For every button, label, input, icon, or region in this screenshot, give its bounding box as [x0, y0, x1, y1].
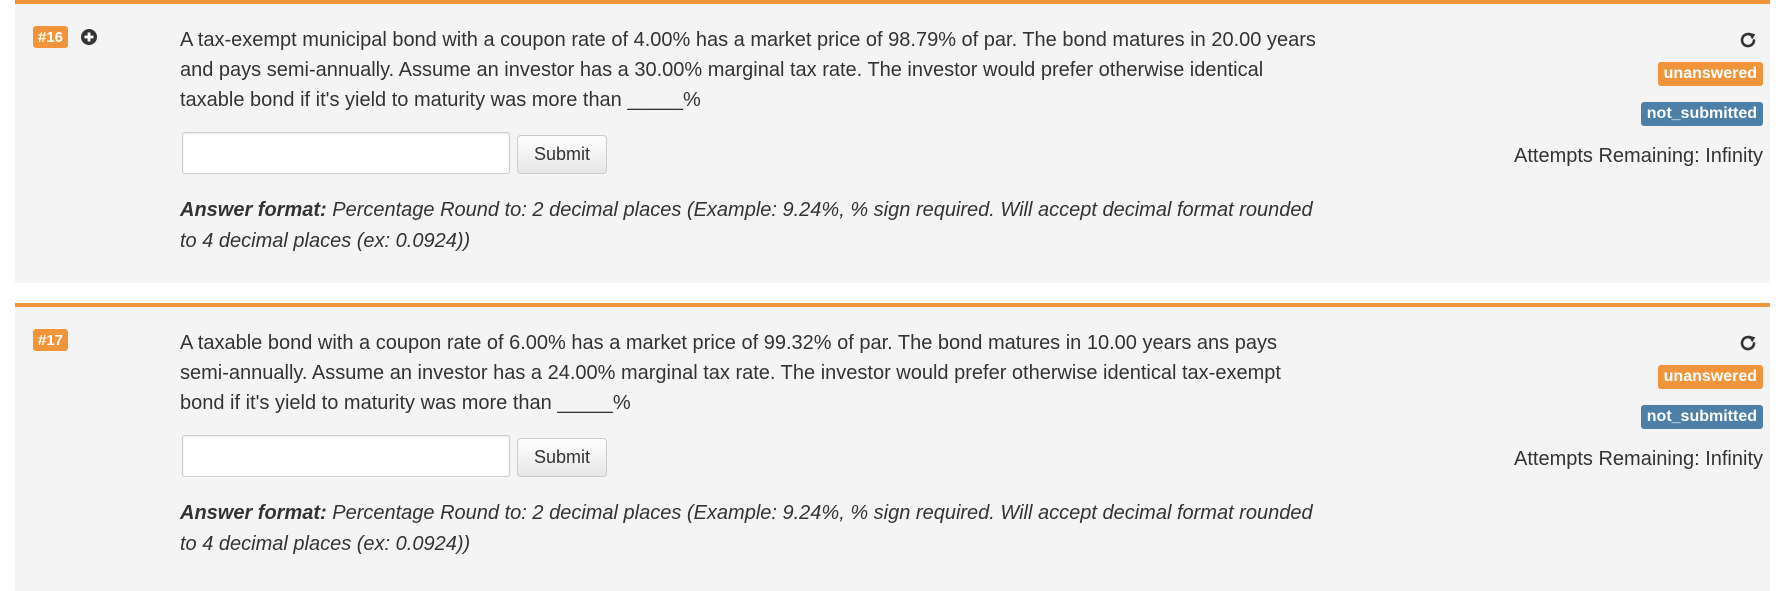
submission-status-badge: not_submitted	[1640, 405, 1763, 429]
answer-input[interactable]	[182, 132, 510, 174]
answer-input[interactable]	[182, 435, 510, 477]
question-number-badge: #16	[33, 26, 69, 48]
question-card-16: #16 A tax-exempt municipal bond with a c…	[15, 0, 1770, 283]
question-text: A taxable bond with a coupon rate of 6.0…	[180, 332, 1281, 414]
answer-format-label: Answer format:	[180, 199, 327, 221]
reload-icon[interactable]	[1738, 333, 1758, 353]
reload-icon[interactable]	[1738, 30, 1758, 50]
answer-format-label: Answer format:	[180, 502, 327, 524]
answer-format-text: Percentage Round to: 2 decimal places (E…	[180, 502, 1313, 555]
answer-format-text: Percentage Round to: 2 decimal places (E…	[180, 199, 1313, 252]
status-badge: unanswered	[1657, 62, 1763, 86]
question-number-badge: #17	[33, 329, 69, 351]
question-card-17: #17 A taxable bond with a coupon rate of…	[15, 303, 1770, 591]
attempts-remaining: Attempts Remaining: Infinity	[1514, 145, 1763, 167]
submit-button[interactable]: Submit	[517, 135, 607, 174]
answer-format-hint: Answer format: Percentage Round to: 2 de…	[180, 195, 1320, 257]
plus-circle-icon[interactable]	[80, 28, 98, 46]
status-badge: unanswered	[1657, 365, 1763, 389]
answer-format-hint: Answer format: Percentage Round to: 2 de…	[180, 498, 1320, 560]
submission-status-badge: not_submitted	[1640, 102, 1763, 126]
question-text: A tax-exempt municipal bond with a coupo…	[180, 29, 1316, 111]
attempts-remaining: Attempts Remaining: Infinity	[1514, 448, 1763, 470]
submit-button[interactable]: Submit	[517, 438, 607, 477]
